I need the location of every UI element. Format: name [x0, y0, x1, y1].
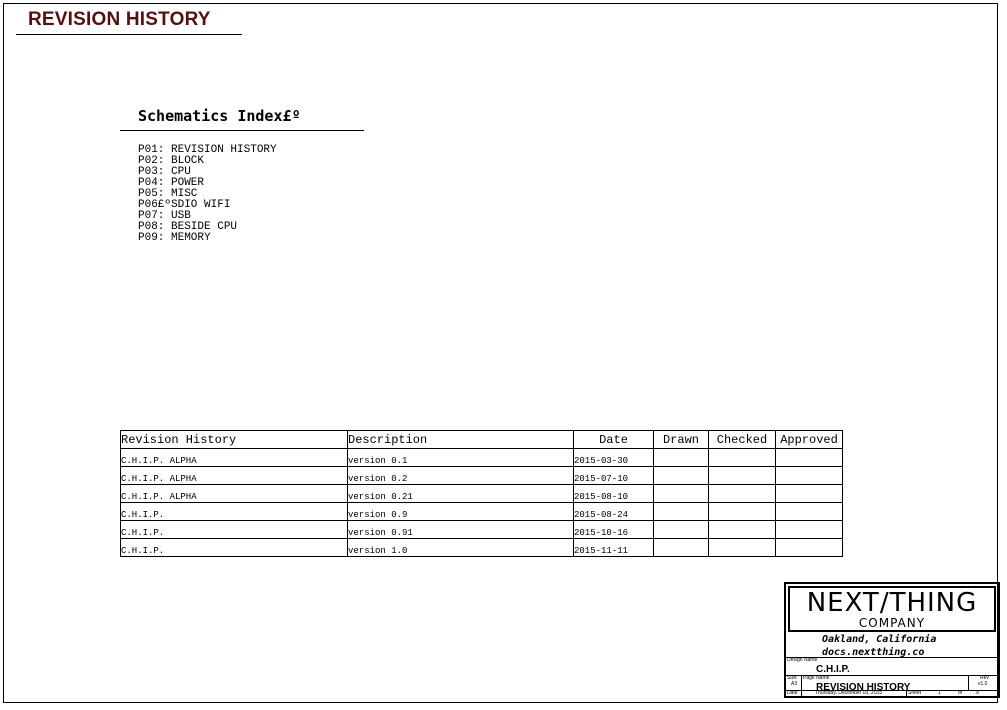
index-underline — [120, 130, 364, 131]
checked-cell — [708, 520, 776, 539]
date-cell: 2015-08-24 — [573, 502, 654, 521]
logo-main-text: NEXT/THING — [806, 588, 978, 618]
table-row: C.H.I.P. ALPHA version 0.1 2015-03-30 — [120, 448, 843, 467]
checked-cell — [708, 484, 776, 503]
company-address: Oakland, California docs.nextthing.co — [822, 633, 936, 659]
schematics-index-list: P01: REVISION HISTORY P02: BLOCK P03: CP… — [138, 145, 277, 244]
column-header-drawn: Drawn — [653, 430, 709, 449]
of-value: 9 — [976, 690, 979, 696]
revision-cell: C.H.I.P. ALPHA — [120, 484, 348, 503]
column-header-date: Date — [573, 430, 654, 449]
approved-cell — [775, 520, 843, 539]
checked-cell — [708, 538, 776, 557]
drawn-cell — [653, 466, 709, 485]
table-row: C.H.I.P. version 1.0 2015-11-11 — [120, 538, 843, 557]
title-block-divider — [906, 690, 907, 697]
revision-cell: C.H.I.P. — [120, 520, 348, 539]
approved-cell — [775, 502, 843, 521]
size-value: A3 — [791, 681, 798, 687]
description-cell: version 0.2 — [347, 466, 574, 485]
table-row: C.H.I.P. version 0.9 2015-08-24 — [120, 502, 843, 521]
title-block: NEXT/THING COMPANY Oakland, California d… — [784, 582, 1000, 698]
address-city: Oakland, California — [822, 634, 937, 645]
design-name-label: Design Name — [787, 657, 818, 663]
drawn-cell — [653, 484, 709, 503]
description-cell: version 1.0 — [347, 538, 574, 557]
date-cell: 2015-03-30 — [573, 448, 654, 467]
table-row: C.H.I.P. ALPHA version 0.2 2015-07-10 — [120, 466, 843, 485]
column-header-description: Description — [347, 430, 574, 449]
revision-cell: C.H.I.P. — [120, 538, 348, 557]
table-row: C.H.I.P. version 0.91 2015-10-16 — [120, 520, 843, 539]
date-cell: 2015-07-10 — [573, 466, 654, 485]
sheet-label: Sheet — [908, 690, 922, 696]
title-block-divider — [968, 675, 969, 690]
checked-cell — [708, 466, 776, 485]
approved-cell — [775, 484, 843, 503]
sheet-value: 1 — [938, 690, 941, 696]
description-cell: version 0.9 — [347, 502, 574, 521]
drawn-cell — [653, 502, 709, 521]
date-cell: 2015-11-11 — [573, 538, 654, 557]
approved-cell — [775, 466, 843, 485]
index-item: P09: MEMORY — [138, 232, 211, 244]
column-header-approved: Approved — [775, 430, 843, 449]
logo-sub-text: COMPANY — [858, 616, 926, 630]
drawn-cell — [653, 448, 709, 467]
checked-cell — [708, 502, 776, 521]
date-cell: 2015-10-16 — [573, 520, 654, 539]
table-row: C.H.I.P. ALPHA version 0.21 2015-08-10 — [120, 484, 843, 503]
of-label: of — [958, 690, 963, 696]
approved-cell — [775, 538, 843, 557]
revision-cell: C.H.I.P. ALPHA — [120, 466, 348, 485]
approved-cell — [775, 448, 843, 467]
title-underline — [16, 34, 242, 35]
title-block-divider — [801, 675, 802, 697]
rev-value: v1.0 — [978, 681, 988, 687]
title-block-divider — [786, 657, 998, 658]
revision-cell: C.H.I.P. — [120, 502, 348, 521]
description-cell: version 0.91 — [347, 520, 574, 539]
drawn-cell — [653, 520, 709, 539]
column-header-revision: Revision History — [120, 430, 348, 449]
column-header-checked: Checked — [708, 430, 776, 449]
table-header-row: Revision History Description Date Drawn … — [120, 430, 843, 449]
revision-history-table: Revision History Description Date Drawn … — [120, 430, 843, 557]
date-value: Thursday, December 03, 2015 — [815, 690, 883, 696]
revision-cell: C.H.I.P. ALPHA — [120, 448, 348, 467]
checked-cell — [708, 448, 776, 467]
design-name-value: C.H.I.P. — [816, 664, 850, 675]
page-title: REVISION HISTORY — [28, 9, 211, 30]
description-cell: version 0.21 — [347, 484, 574, 503]
company-logo: NEXT/THING COMPANY — [788, 586, 996, 632]
date-label: Date — [787, 690, 798, 696]
schematics-index-title: Schematics Index£º — [138, 107, 301, 125]
drawn-cell — [653, 538, 709, 557]
page-name-label: Page Name — [803, 675, 830, 681]
date-cell: 2015-08-10 — [573, 484, 654, 503]
description-cell: version 0.1 — [347, 448, 574, 467]
